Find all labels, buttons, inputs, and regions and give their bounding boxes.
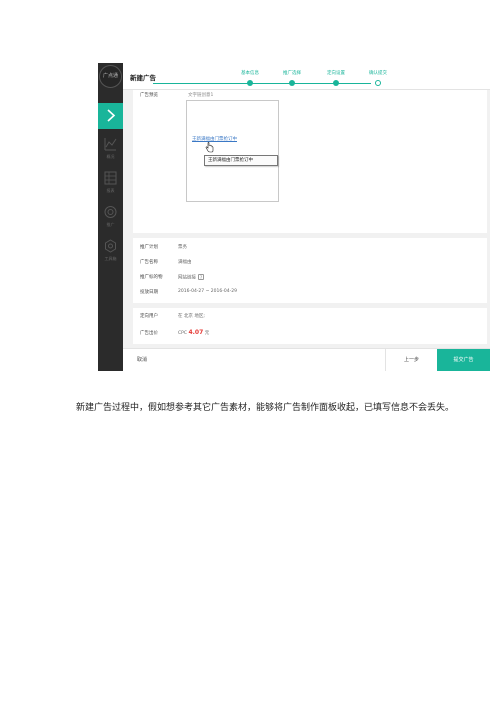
- previous-step-button[interactable]: 上一步: [385, 349, 437, 371]
- preview-label: 广告预览: [140, 93, 158, 98]
- name-label: 广告名称: [140, 260, 158, 265]
- cancel-button[interactable]: 取消: [137, 356, 147, 363]
- step-promotion-select[interactable]: 推广选择: [272, 70, 312, 86]
- table-icon: [104, 171, 117, 185]
- submit-ad-button[interactable]: 提交广告: [437, 349, 490, 371]
- step-label: 确认提交: [369, 71, 387, 76]
- sidebar: 广点通 概况 报表 推广 工具箱: [98, 63, 123, 371]
- sidebar-item-label: 工具箱: [104, 256, 117, 261]
- ad-text-link[interactable]: 王新满福由门票抢订中: [192, 136, 237, 142]
- sidebar-item-toolbox[interactable]: 工具箱: [98, 237, 123, 265]
- date-label: 投放日期: [140, 290, 158, 295]
- plan-label: 推广计划: [140, 245, 158, 250]
- step-label: 定向设置: [327, 71, 345, 76]
- bid-value: CPC 4.07 元: [178, 329, 209, 336]
- date-value: 2016-04-27 ~ 2016-04-29: [178, 289, 237, 294]
- hand-cursor-icon: [205, 142, 214, 153]
- step-targeting[interactable]: 定向设置: [316, 70, 356, 86]
- ad-creation-screenshot: 广点通 概况 报表 推广 工具箱 新建广告 基本信息 推广选择 定向设置 确认提…: [98, 63, 490, 371]
- chevron-right-icon: [107, 109, 116, 122]
- action-bar: 取消 上一步 提交广告: [123, 348, 490, 371]
- sidebar-item-promotion[interactable]: 推广: [98, 203, 123, 231]
- sidebar-item-label: 报表: [106, 188, 115, 193]
- page-title: 新建广告: [130, 74, 156, 82]
- users-label: 定向用户: [140, 314, 158, 319]
- app-logo[interactable]: 广点通: [99, 65, 122, 88]
- step-done-dot: [289, 80, 295, 86]
- sidebar-item-overview[interactable]: 概况: [98, 135, 123, 163]
- preview-panel: 广告预览 文字链创意1 王新满福由门票抢订中 王新满福由门票抢订中: [133, 90, 487, 233]
- step-label: 基本信息: [241, 71, 259, 76]
- bid-unit: 元: [204, 331, 210, 336]
- step-basic-info[interactable]: 基本信息: [230, 70, 270, 86]
- bid-type: CPC: [178, 331, 187, 336]
- users-value: 在 北京 地区;: [178, 314, 205, 319]
- step-done-dot: [247, 80, 253, 86]
- step-confirm[interactable]: 确认提交: [358, 70, 398, 86]
- chart-line-icon: [104, 138, 117, 151]
- sidebar-item-label: 概况: [106, 154, 115, 159]
- collapse-panel-button[interactable]: [98, 103, 123, 129]
- sidebar-item-label: 推广: [106, 222, 115, 227]
- target-value-text: 网站链接: [178, 275, 196, 281]
- step-done-dot: [333, 80, 339, 86]
- step-label: 推广选择: [283, 71, 301, 76]
- ad-preview-box: 王新满福由门票抢订中 王新满福由门票抢订中: [186, 100, 279, 202]
- targeting-panel: 定向用户 在 北京 地区; 广告出价 CPC 4.07 元: [133, 308, 487, 344]
- page-header: 新建广告 基本信息 推广选择 定向设置 确认提交: [123, 63, 490, 90]
- target-icon: [104, 206, 117, 218]
- gear-icon: [105, 239, 116, 253]
- link-tooltip: 王新满福由门票抢订中: [204, 155, 278, 166]
- bid-label: 广告出价: [140, 331, 158, 336]
- help-icon[interactable]: ?: [198, 274, 204, 280]
- plan-value: 票务: [178, 245, 187, 250]
- bid-price: 4.07: [188, 329, 204, 336]
- target-value: 网站链接?: [178, 274, 204, 281]
- name-value: 满福由: [178, 260, 192, 265]
- creative-name: 文字链创意1: [188, 93, 214, 98]
- body-paragraph: 新建广告过程中，假如想参考其它广告素材，能够将广告制作面板收起，已填写信息不会丢…: [76, 403, 455, 413]
- target-label: 推广标的物: [140, 275, 163, 280]
- ad-info-panel: 推广计划 票务 广告名称 满福由 推广标的物 网站链接? 投放日期 2016-0…: [133, 238, 487, 303]
- sidebar-item-reports[interactable]: 报表: [98, 169, 123, 197]
- step-current-dot: [375, 80, 381, 86]
